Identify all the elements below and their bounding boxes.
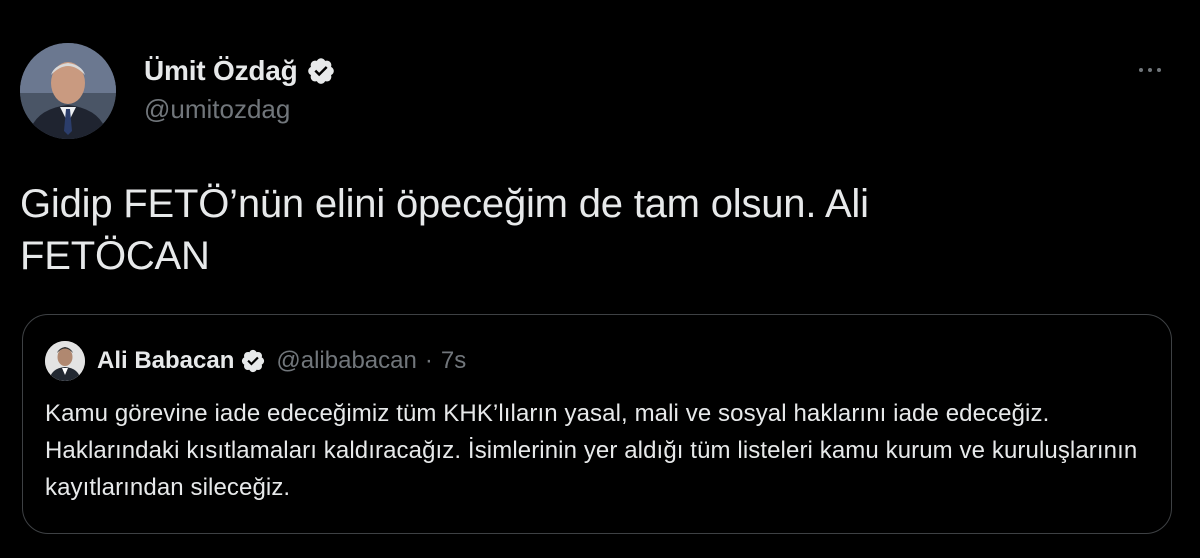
more-dot [1148,68,1152,72]
author-display-name[interactable]: Ümit Özdağ [144,55,298,87]
author-avatar[interactable] [20,43,116,139]
quoted-author-avatar[interactable] [45,341,85,381]
author-block: Ümit Özdağ @umitozdag [144,54,336,125]
more-horizontal-icon[interactable] [1130,58,1170,82]
tweet-text: Gidip FETÖ’nün elini öpeceğim de tam ols… [20,182,869,278]
verified-badge-icon [240,348,266,374]
quoted-tweet-header: Ali Babacan @alibabacan · 7s [45,341,466,381]
author-handle[interactable]: @umitozdag [144,94,336,125]
more-dot [1139,68,1143,72]
verified-badge-icon [306,56,336,86]
more-dot [1157,68,1161,72]
separator-dot: · [424,347,433,374]
tweet-card: Ümit Özdağ @umitozdag Gidip FETÖ’nün eli… [0,0,1200,558]
quoted-author-handle[interactable]: @alibabacan [276,347,416,375]
quoted-author-display-name[interactable]: Ali Babacan [97,347,234,375]
quoted-tweet-text: Kamu görevine iade edeceğimiz tüm KHK’lı… [45,400,1138,501]
quoted-tweet[interactable]: Ali Babacan @alibabacan · 7s Kamu görevi… [22,314,1172,534]
quoted-tweet-timestamp[interactable]: 7s [441,347,466,375]
